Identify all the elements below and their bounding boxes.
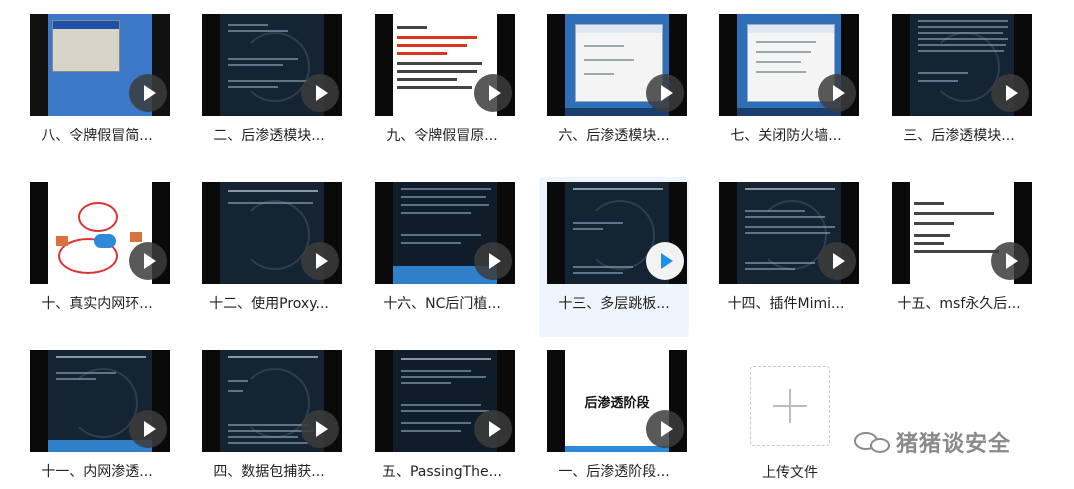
video-tile[interactable]: 十一、内网渗透... [22,345,172,489]
play-icon[interactable] [301,74,339,112]
video-title[interactable]: 六、后渗透模块... [529,125,699,145]
upload-label[interactable]: 上传文件 [740,462,840,482]
video-title[interactable]: 十四、插件Mimi... [701,293,871,313]
video-tile[interactable]: 十五、msf永久后... [884,177,1034,337]
video-title[interactable]: 十三、多层跳板... [529,293,699,313]
video-title[interactable]: 一、后渗透阶段... [529,461,699,481]
watermark-text: 猪猪谈安全 [896,432,1012,457]
video-thumbnail[interactable] [719,182,859,284]
video-tile[interactable]: 二、后渗透模块... [194,9,344,169]
video-tile[interactable]: 十、真实内网环... [22,177,172,337]
video-thumbnail[interactable] [375,350,515,452]
play-icon[interactable] [474,410,512,448]
play-icon[interactable] [818,242,856,280]
video-title[interactable]: 四、数据包捕获... [184,461,354,481]
video-thumbnail[interactable] [202,182,342,284]
video-thumbnail[interactable] [30,182,170,284]
video-tile[interactable]: 九、令牌假冒原... [367,9,517,169]
play-icon[interactable] [818,74,856,112]
video-thumbnail[interactable] [202,14,342,116]
play-icon[interactable] [129,410,167,448]
play-icon[interactable] [129,74,167,112]
video-tile[interactable]: 十四、插件Mimi... [711,177,861,337]
video-title[interactable]: 十五、msf永久后... [874,293,1044,313]
video-title[interactable]: 十二、使用Proxy... [184,293,354,313]
video-title[interactable]: 十六、NC后门植... [357,293,527,313]
play-icon[interactable] [646,410,684,448]
upload-button[interactable] [750,366,830,446]
play-icon[interactable] [129,242,167,280]
video-tile-selected[interactable]: 十三、多层跳板... [539,177,689,337]
play-icon[interactable] [991,74,1029,112]
video-title[interactable]: 八、令牌假冒简... [12,125,182,145]
video-thumbnail[interactable] [30,14,170,116]
play-icon[interactable] [474,74,512,112]
video-thumbnail[interactable] [202,350,342,452]
video-tile[interactable]: 七、关闭防火墙... [711,9,861,169]
play-icon[interactable] [301,410,339,448]
video-thumbnail[interactable] [892,14,1032,116]
video-thumbnail[interactable] [547,182,687,284]
video-tile[interactable]: 五、PassingThe... [367,345,517,489]
video-title[interactable]: 十、真实内网环... [12,293,182,313]
video-thumbnail[interactable] [892,182,1032,284]
play-icon[interactable] [991,242,1029,280]
wechat-icon [852,428,896,456]
video-thumbnail[interactable]: 后渗透阶段 [547,350,687,452]
video-tile[interactable]: 后渗透阶段 一、后渗透阶段... [539,345,689,489]
video-title[interactable]: 七、关闭防火墙... [701,125,871,145]
video-thumbnail[interactable] [547,14,687,116]
play-icon[interactable] [646,242,684,280]
video-title[interactable]: 三、后渗透模块... [874,125,1044,145]
video-thumbnail[interactable] [375,182,515,284]
video-title[interactable]: 五、PassingThe... [357,461,527,481]
video-thumbnail[interactable] [375,14,515,116]
play-icon[interactable] [474,242,512,280]
video-title[interactable]: 九、令牌假冒原... [357,125,527,145]
video-tile[interactable]: 三、后渗透模块... [884,9,1034,169]
video-tile[interactable]: 十二、使用Proxy... [194,177,344,337]
video-tile[interactable]: 十六、NC后门植... [367,177,517,337]
video-tile[interactable]: 六、后渗透模块... [539,9,689,169]
video-tile[interactable]: 八、令牌假冒简... [22,9,172,169]
thumbnail-title: 后渗透阶段 [584,396,650,411]
video-thumbnail[interactable] [719,14,859,116]
play-icon[interactable] [301,242,339,280]
watermark: 猪猪谈安全 [852,426,1011,458]
video-thumbnail[interactable] [30,350,170,452]
video-title[interactable]: 十一、内网渗透... [12,461,182,481]
play-icon[interactable] [646,74,684,112]
video-tile[interactable]: 四、数据包捕获... [194,345,344,489]
video-title[interactable]: 二、后渗透模块... [184,125,354,145]
